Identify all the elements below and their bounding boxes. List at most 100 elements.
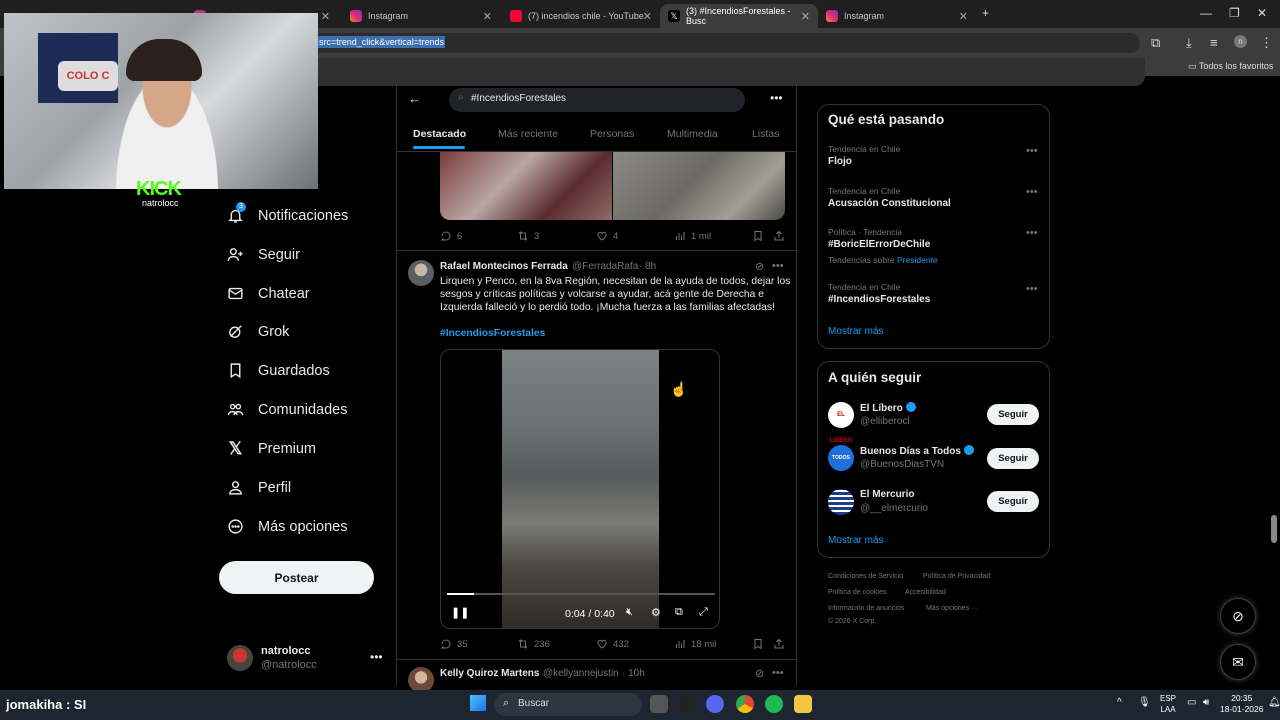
taskbar-search-input[interactable]	[494, 693, 642, 716]
settings-icon[interactable]: ⚙	[651, 606, 661, 619]
hashtag-link[interactable]: #IncendiosForestales	[440, 328, 545, 339]
more-dots-icon[interactable]: •••	[770, 91, 783, 105]
tab-featured[interactable]: Destacado	[413, 128, 466, 140]
pause-icon[interactable]: ❚❚	[451, 606, 469, 619]
tweet-time[interactable]: · 8h	[639, 261, 656, 272]
tweet-media-image[interactable]	[440, 152, 612, 220]
tab-media[interactable]: Multimedia	[667, 128, 718, 140]
footer-link[interactable]: Más opciones ···	[926, 605, 978, 612]
reply-button[interactable]: 6	[440, 230, 462, 242]
chrome-icon[interactable]	[736, 695, 754, 713]
tweet-author-name[interactable]: Rafael Montecinos Ferrada	[440, 261, 568, 272]
close-icon[interactable]: ✕	[643, 10, 652, 23]
language-indicator[interactable]: ESP LAA	[1160, 693, 1176, 715]
extensions-icon[interactable]: ⧉	[1151, 35, 1160, 51]
microphone-icon[interactable]: 🎙︎	[1138, 697, 1151, 708]
fullscreen-icon[interactable]: ⤢	[699, 606, 708, 619]
more-dots-icon[interactable]: •••	[772, 260, 784, 272]
follow-name[interactable]: Buenos Días a Todos	[860, 445, 974, 457]
trend-name[interactable]: #IncendiosForestales	[828, 294, 930, 305]
nav-item-communities[interactable]: Comunidades	[227, 401, 347, 418]
share-button[interactable]	[773, 638, 790, 650]
post-button[interactable]: Postear	[219, 561, 374, 594]
profile-avatar-icon[interactable]: n	[1234, 35, 1247, 48]
nav-item-grok[interactable]: Grok	[227, 323, 289, 340]
footer-link[interactable]: Condiciones de Servicio	[828, 573, 903, 580]
follow-name[interactable]: El Líbero	[860, 402, 916, 414]
browser-tab-active[interactable]: 𝕏 (3) #IncendiosForestales - Busc ✕	[660, 4, 818, 28]
more-dots-icon[interactable]: •••	[1026, 283, 1038, 295]
tweet-author-handle[interactable]: @FerradaRafa	[572, 261, 638, 272]
browser-tab[interactable]: Instagram ✕	[818, 4, 976, 28]
more-dots-icon[interactable]: •••	[772, 667, 784, 679]
tweet-author-name[interactable]: Kelly Quiroz Martens	[440, 668, 539, 679]
trend-name[interactable]: Flojo	[828, 156, 852, 167]
follow-name[interactable]: El Mercurio	[860, 489, 914, 500]
network-icon[interactable]: ▭	[1187, 697, 1196, 708]
trend-name[interactable]: Acusación Constitucional	[828, 198, 951, 209]
more-dots-icon[interactable]: •••	[1026, 227, 1038, 239]
grok-icon[interactable]: ⊘	[755, 260, 764, 273]
more-dots-icon[interactable]: •••	[1026, 145, 1038, 157]
back-arrow-icon[interactable]: ←	[408, 91, 421, 106]
nav-item-bookmarks[interactable]: Guardados	[227, 362, 330, 379]
media-icon[interactable]: ≡	[1210, 35, 1218, 50]
windows-start-icon[interactable]	[470, 695, 486, 711]
grok-icon[interactable]: ⊘	[755, 667, 764, 680]
bookmark-button[interactable]	[752, 230, 769, 242]
views-button[interactable]: 1 mil	[674, 230, 711, 242]
repost-button[interactable]: 236	[517, 638, 550, 650]
show-more-link[interactable]: Mostrar más	[828, 535, 884, 546]
video-progress-bar[interactable]	[447, 593, 715, 595]
search-query[interactable]: #IncendiosForestales	[471, 93, 566, 104]
discord-icon[interactable]	[706, 695, 724, 713]
close-icon[interactable]: ✕	[959, 10, 968, 23]
footer-link[interactable]: Accesibilidad	[905, 589, 946, 596]
minimize-icon[interactable]: —	[1200, 6, 1212, 20]
footer-link[interactable]: Política de cookies	[828, 589, 886, 596]
chevron-up-icon[interactable]: ^	[1117, 697, 1122, 708]
obs-icon[interactable]	[678, 695, 696, 713]
notifications-bell-icon[interactable]: 🔔︎	[1268, 697, 1280, 708]
avatar[interactable]	[408, 260, 434, 286]
like-button[interactable]: 432	[596, 638, 629, 650]
nav-item-profile[interactable]: Perfil	[227, 479, 291, 496]
grok-fab-button[interactable]: ⊘	[1220, 598, 1256, 634]
reply-button[interactable]: 35	[440, 638, 468, 650]
like-button[interactable]: 4	[596, 230, 618, 242]
follow-button[interactable]: Seguir	[987, 404, 1039, 425]
browser-tab[interactable]: (7) incendios chile - YouTube ✕	[502, 4, 660, 28]
file-explorer-icon[interactable]	[794, 695, 812, 713]
show-more-link[interactable]: Mostrar más	[828, 326, 884, 337]
tab-people[interactable]: Personas	[590, 128, 634, 140]
more-dots-icon[interactable]: •••	[370, 650, 383, 664]
repost-button[interactable]: 3	[517, 230, 539, 242]
task-view-icon[interactable]	[650, 695, 668, 713]
bookmark-button[interactable]	[752, 638, 769, 650]
footer-link[interactable]: Información de anuncios	[828, 605, 904, 612]
menu-dots-icon[interactable]: ⋮	[1260, 35, 1273, 51]
volume-icon[interactable]: 🔊︎	[1203, 697, 1209, 708]
clock[interactable]: 20:35 18-01-2026	[1220, 693, 1263, 715]
views-button[interactable]: 18 mil	[674, 638, 716, 650]
nav-item-follow[interactable]: Seguir	[227, 246, 300, 263]
nav-item-more[interactable]: Más opciones	[227, 518, 347, 535]
url-text[interactable]: src=trend_click&vertical=trends	[318, 36, 446, 48]
browser-tab[interactable]: Instagram ✕	[342, 4, 500, 28]
nav-item-premium[interactable]: 𝕏 Premium	[227, 439, 316, 458]
follow-button[interactable]: Seguir	[987, 491, 1039, 512]
avatar[interactable]	[828, 489, 854, 515]
new-tab-icon[interactable]: +	[982, 6, 989, 20]
messages-fab-button[interactable]: ✉	[1220, 644, 1256, 680]
scrollbar-thumb[interactable]	[1271, 515, 1277, 543]
close-window-icon[interactable]: ✕	[1257, 6, 1267, 20]
restore-icon[interactable]: ❐	[1229, 6, 1240, 20]
tweet-author-handle[interactable]: @kellyannejustin	[543, 668, 619, 679]
account-name[interactable]: natrolocc	[261, 645, 311, 657]
footer-link[interactable]: Política de Privacidad	[923, 573, 990, 580]
trend-extra-link[interactable]: Presidente	[897, 255, 938, 265]
picture-in-picture-icon[interactable]: ⧉	[675, 606, 683, 619]
close-icon[interactable]: ✕	[801, 10, 810, 23]
nav-item-chat[interactable]: Chatear	[227, 285, 310, 302]
spotify-icon[interactable]	[765, 695, 783, 713]
